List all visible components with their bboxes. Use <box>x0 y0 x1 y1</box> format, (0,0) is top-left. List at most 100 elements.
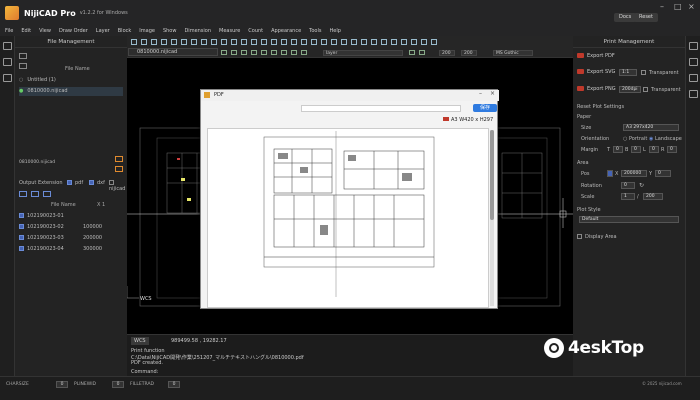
margin-l-input[interactable]: 0 <box>649 146 659 153</box>
polyline-tool-icon[interactable] <box>141 39 147 45</box>
table-row[interactable]: 102190023-02 100000 <box>19 223 123 232</box>
pos-y-input[interactable]: 0 <box>655 170 671 177</box>
extend-tool-icon[interactable] <box>271 39 277 45</box>
charsize-value[interactable]: 0 <box>56 381 68 388</box>
table-tool-icon[interactable] <box>411 39 417 45</box>
landscape-radio[interactable]: ◉ Landscape <box>649 136 682 142</box>
explode-tool-icon[interactable] <box>311 39 317 45</box>
insert-tool-icon[interactable] <box>391 39 397 45</box>
margin-r-input[interactable]: 0 <box>667 146 677 153</box>
menu-count[interactable]: Count <box>248 28 263 34</box>
scale-tool-icon[interactable] <box>251 39 257 45</box>
move-tool-icon[interactable] <box>211 39 217 45</box>
dimension-tool-icon[interactable] <box>191 39 197 45</box>
pdf-close-icon[interactable]: × <box>490 90 495 97</box>
lineweight-icon[interactable] <box>419 50 425 55</box>
plot-style-select[interactable]: Default <box>579 216 679 223</box>
table-row[interactable]: 102190023-01 <box>19 212 123 221</box>
cloud-tool-icon[interactable] <box>431 39 437 45</box>
mirror-tool-icon[interactable] <box>241 39 247 45</box>
text-tool-icon[interactable] <box>181 39 187 45</box>
save-button[interactable]: 保存 <box>473 104 497 112</box>
menu-block[interactable]: Block <box>118 28 132 34</box>
size-select-1[interactable]: 200 <box>439 50 455 56</box>
menu-help[interactable]: Help <box>330 28 341 34</box>
close-icon[interactable]: × <box>688 2 695 11</box>
layer-freeze-icon[interactable] <box>271 50 277 55</box>
svg-transparent-checkbox[interactable]: Transparent <box>641 70 679 76</box>
reset-plot-settings[interactable]: Reset Plot Settings <box>577 104 624 110</box>
paper-size-select[interactable]: A3 297x420 <box>623 124 679 131</box>
svg-panel-icon[interactable] <box>689 74 698 82</box>
ext-dxf[interactable]: dxf <box>89 180 105 186</box>
menu-file[interactable]: File <box>5 28 13 34</box>
layer-visible-icon[interactable] <box>221 50 227 55</box>
ext-nijicad[interactable]: nijicad <box>109 180 127 192</box>
table-row[interactable]: 102190023-03 200000 <box>19 234 123 243</box>
menu-image[interactable]: Image <box>139 28 155 34</box>
rotation-input[interactable]: 0 <box>621 182 635 189</box>
array-tool-icon[interactable] <box>301 39 307 45</box>
offset-tool-icon[interactable] <box>281 39 287 45</box>
add-file-icon[interactable] <box>115 166 123 172</box>
maximize-icon[interactable]: □ <box>674 2 682 11</box>
folder-icon[interactable] <box>19 53 27 59</box>
table-row[interactable]: 102190023-04 300000 <box>19 245 123 254</box>
image-tool-icon[interactable] <box>401 39 407 45</box>
rotate-icon[interactable]: ↻ <box>639 182 644 189</box>
export-svg-button[interactable]: Export SVG <box>577 68 615 77</box>
fillet-tool-icon[interactable] <box>291 39 297 45</box>
rect-tool-icon[interactable] <box>151 39 157 45</box>
block-tool-icon[interactable] <box>381 39 387 45</box>
reset-button[interactable]: Reset <box>634 13 658 22</box>
open-folder-icon[interactable] <box>115 156 123 162</box>
svg-scale-select[interactable]: 1:1 <box>619 69 637 76</box>
docs-button[interactable]: Docs <box>614 13 637 22</box>
line-tool-icon[interactable] <box>131 39 137 45</box>
list-remove-icon[interactable] <box>31 191 39 197</box>
pos-pick-icon[interactable] <box>607 170 613 177</box>
minimize-icon[interactable]: – <box>660 2 664 11</box>
layer-print-icon[interactable] <box>251 50 257 55</box>
menu-appearance[interactable]: Appearance <box>271 28 301 34</box>
copy-tool-icon[interactable] <box>221 39 227 45</box>
pan-tool-icon[interactable] <box>371 39 377 45</box>
file-item-0810000[interactable]: ● 0810000.nijicad <box>19 87 123 96</box>
layer-iso-icon[interactable] <box>281 50 287 55</box>
margin-b-input[interactable]: 0 <box>631 146 641 153</box>
menu-measure[interactable]: Measure <box>219 28 240 34</box>
layer-next-icon[interactable] <box>301 50 307 55</box>
plinewid-value[interactable]: 0 <box>112 381 124 388</box>
command-prompt[interactable]: Command: <box>131 369 158 375</box>
measure-tool-icon[interactable] <box>321 39 327 45</box>
layer-panel-icon[interactable] <box>3 58 12 66</box>
export-pdf-button[interactable]: Export PDF <box>577 52 615 61</box>
font-select[interactable]: MS Gothic <box>493 50 533 56</box>
zoom-tool-icon[interactable] <box>361 39 367 45</box>
circle-tool-icon[interactable] <box>161 39 167 45</box>
display-area-checkbox[interactable]: Display Area <box>577 234 617 240</box>
layer-prev-icon[interactable] <box>291 50 297 55</box>
hatch-tool-icon[interactable] <box>201 39 207 45</box>
linetype-icon[interactable] <box>409 50 415 55</box>
rotate-tool-icon[interactable] <box>231 39 237 45</box>
layer-manager-icon[interactable] <box>261 50 267 55</box>
block-panel-icon[interactable] <box>3 74 12 82</box>
png-transparent-checkbox[interactable]: Transparent <box>643 87 681 93</box>
layer-color-icon[interactable] <box>241 50 247 55</box>
trim-tool-icon[interactable] <box>261 39 267 45</box>
file-item-untitled[interactable]: ○ Untitled (1) <box>19 76 123 85</box>
scale-b-input[interactable]: 200 <box>643 193 663 200</box>
scale-a-input[interactable]: 1 <box>621 193 635 200</box>
pdf-path-input[interactable] <box>301 105 461 112</box>
pdf-scrollbar-thumb[interactable] <box>490 130 494 220</box>
size-select-2[interactable]: 200 <box>461 50 477 56</box>
menu-view[interactable]: View <box>39 28 51 34</box>
file-panel-icon[interactable] <box>3 42 12 50</box>
menu-draw-order[interactable]: Draw Order <box>59 28 88 34</box>
menu-show[interactable]: Show <box>163 28 177 34</box>
layer-select[interactable]: layer <box>323 50 403 56</box>
pdf-panel-icon[interactable] <box>689 58 698 66</box>
menu-dimension[interactable]: Dimension <box>184 28 211 34</box>
list-edit-icon[interactable] <box>43 191 51 197</box>
